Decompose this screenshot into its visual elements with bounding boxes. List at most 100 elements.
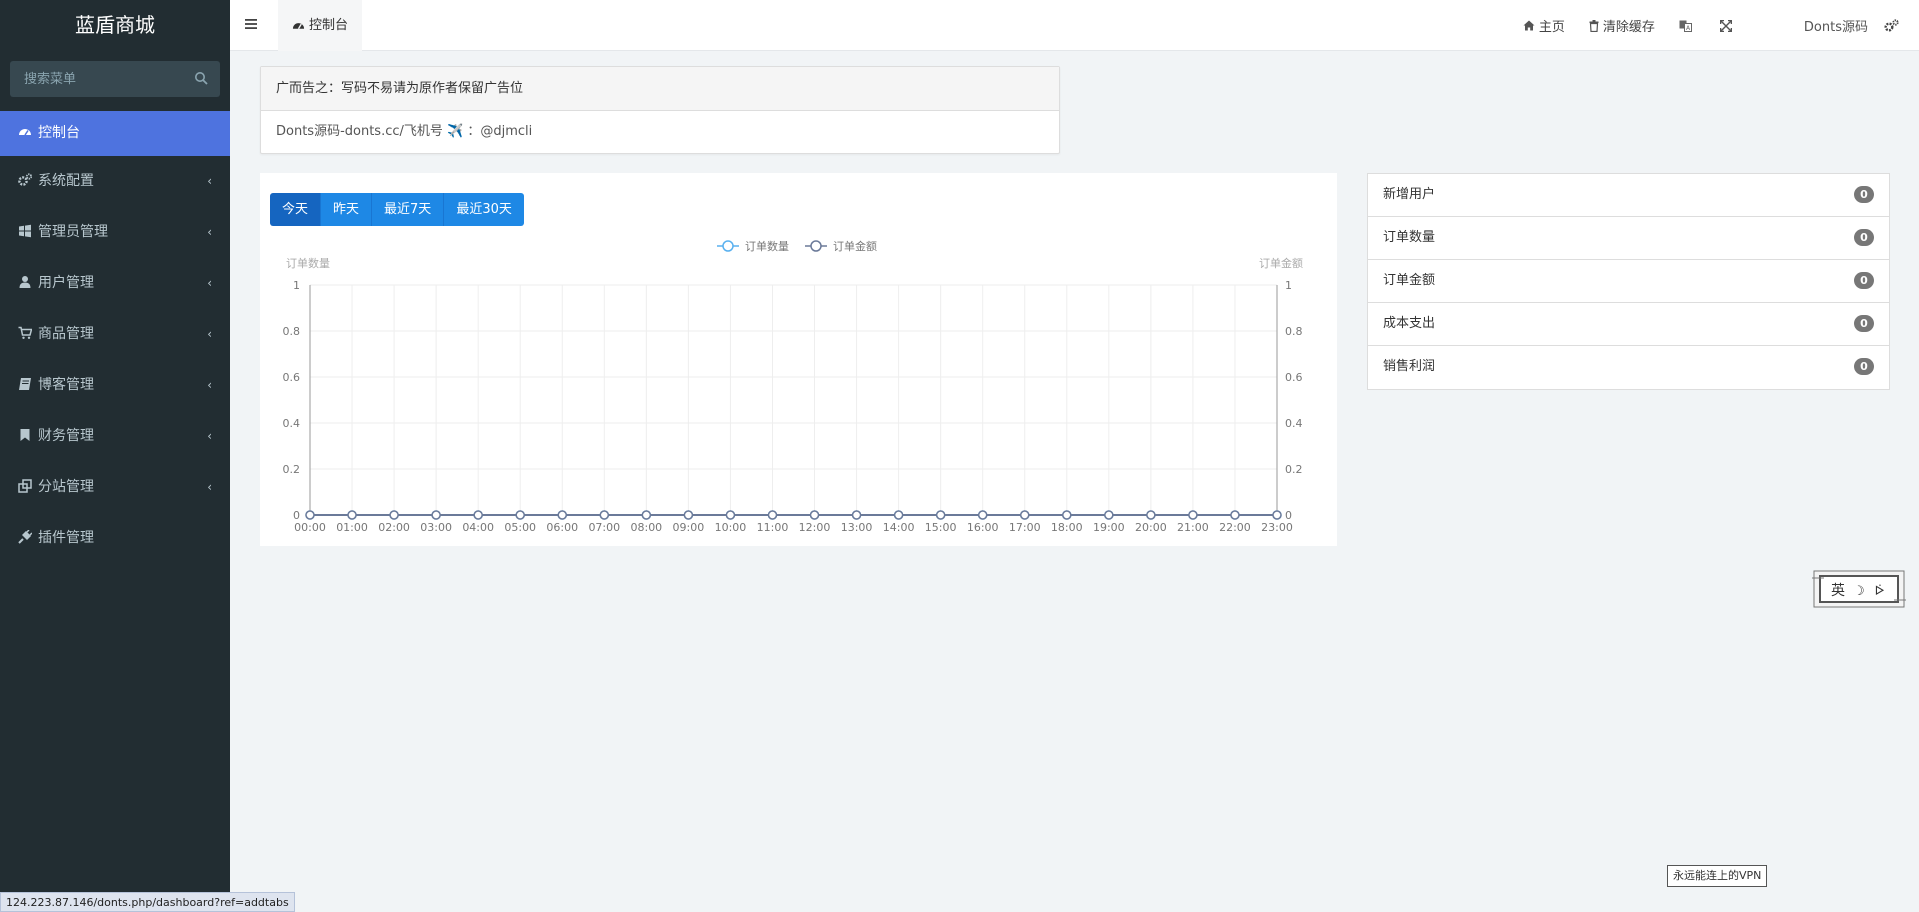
sidebar-item-user-manage[interactable]: 用户管理 ‹	[0, 258, 230, 309]
x-tick-label: 15:00	[925, 521, 957, 534]
stat-badge: 0	[1854, 358, 1874, 375]
y-tick-label-left: 0.4	[283, 417, 301, 430]
data-point	[683, 510, 694, 520]
x-tick-label: 03:00	[420, 521, 452, 534]
expand-icon	[1719, 19, 1732, 32]
x-tick-label: 23:00	[1261, 521, 1293, 534]
y-axis-title-right: 订单金额	[1259, 256, 1303, 270]
chevron-left-icon: ‹	[207, 378, 212, 392]
data-point	[557, 510, 568, 520]
user-menu[interactable]: Donts源码	[1792, 16, 1876, 35]
sidebar-item-dashboard[interactable]: 控制台	[0, 111, 230, 156]
search-icon[interactable]	[194, 71, 208, 85]
chevron-left-icon: ‹	[207, 429, 212, 443]
legend-label: 订单数量	[745, 240, 789, 253]
x-tick-label: 14:00	[883, 521, 915, 534]
clear-cache-button[interactable]: 清除缓存	[1577, 16, 1667, 35]
menu-search	[10, 61, 220, 97]
bookmark-icon	[20, 429, 30, 441]
x-tick-label: 01:00	[336, 521, 368, 534]
data-point	[1272, 510, 1282, 520]
data-point	[641, 510, 652, 520]
data-point	[935, 510, 946, 520]
y-tick-label-left: 0.2	[283, 463, 301, 476]
y-tick-label-right: 0.2	[1285, 463, 1303, 476]
x-tick-label: 21:00	[1177, 521, 1209, 534]
sidebar-item-label: 商品管理	[38, 326, 94, 342]
legend-marker	[722, 240, 734, 252]
tab-dashboard[interactable]: 控制台	[278, 0, 363, 51]
settings-button[interactable]	[1876, 19, 1919, 32]
sidebar-item-label: 分站管理	[38, 479, 94, 495]
data-point	[1019, 510, 1030, 520]
stat-badge: 0	[1854, 229, 1874, 246]
range-7days-button[interactable]: 最近7天	[372, 193, 445, 226]
range-today-button[interactable]: 今天	[270, 193, 322, 226]
sidebar-item-system-config[interactable]: 系统配置 ‹	[0, 156, 230, 207]
site-logo[interactable]: 蓝盾商城	[0, 0, 230, 51]
x-tick-label: 13:00	[841, 521, 873, 534]
stat-label: 成本支出	[1383, 316, 1436, 331]
data-point	[1188, 510, 1198, 520]
menu-search-input[interactable]	[10, 61, 220, 97]
home-label: 主页	[1538, 20, 1565, 35]
dashboard-icon	[292, 22, 305, 29]
data-point	[347, 510, 357, 520]
y-tick-label-right: 0.8	[1285, 325, 1303, 338]
data-point	[515, 510, 525, 520]
plug-icon	[18, 530, 32, 544]
tab-label: 控制台	[309, 18, 349, 33]
x-tick-label: 16:00	[967, 521, 999, 534]
sidebar-item-substation-manage[interactable]: 分站管理 ‹	[0, 462, 230, 513]
data-point	[893, 510, 904, 520]
notice-body: Donts源码-donts.cc/飞机号 ✈️ ：@djmcli	[276, 124, 533, 139]
sidebar-item-plugin-manage[interactable]: 插件管理	[0, 513, 230, 564]
x-tick-label: 00:00	[294, 521, 326, 534]
data-point	[809, 510, 820, 520]
data-point	[473, 510, 483, 520]
trash-icon	[1589, 19, 1599, 32]
language-toggle-button[interactable]: A	[1667, 20, 1708, 32]
legend-label: 订单金额	[833, 239, 877, 253]
translate-icon: A	[1679, 20, 1692, 32]
data-point	[389, 510, 399, 520]
stat-label: 订单数量	[1383, 230, 1436, 245]
chevron-left-icon: ‹	[207, 225, 212, 239]
data-point	[1104, 510, 1114, 520]
x-tick-label: 07:00	[588, 521, 620, 534]
vpn-tooltip: 永远能连上的VPN	[1667, 865, 1768, 887]
sidebar-item-finance-manage[interactable]: 财务管理 ‹	[0, 411, 230, 462]
x-tick-label: 02:00	[378, 521, 410, 534]
stat-label: 订单金额	[1383, 273, 1436, 288]
clear-cache-label: 清除缓存	[1602, 20, 1655, 35]
ime-toolbar[interactable]: 英 ☽ ᢰ	[1812, 570, 1906, 608]
user-icon	[19, 276, 31, 288]
sidebar-item-label: 插件管理	[38, 530, 94, 546]
range-yesterday-button[interactable]: 昨天	[321, 193, 373, 226]
x-tick-label: 20:00	[1135, 521, 1167, 534]
x-tick-label: 18:00	[1051, 521, 1083, 534]
sidebar-item-blog-manage[interactable]: 博客管理 ‹	[0, 360, 230, 411]
home-link[interactable]: 主页	[1511, 16, 1577, 35]
sidebar-item-admin-manage[interactable]: 管理员管理 ‹	[0, 207, 230, 258]
sidebar: 蓝盾商城 控制台 系统配置 ‹ 管理员管理 ‹ 用户管理 ‹	[0, 0, 230, 912]
x-tick-label: 22:00	[1219, 521, 1251, 534]
ime-punct-icon: ᢰ	[1875, 584, 1884, 599]
header-actions: 主页 清除缓存 A Donts源码	[1511, 0, 1919, 51]
sidebar-item-goods-manage[interactable]: 商品管理 ‹	[0, 309, 230, 360]
clone-icon	[18, 479, 32, 493]
y-tick-label-left: 1	[293, 279, 300, 292]
data-point	[1146, 510, 1156, 520]
x-tick-label: 06:00	[546, 521, 578, 534]
y-tick-label-right: 0.6	[1285, 371, 1303, 384]
cogs-icon	[1884, 19, 1899, 32]
data-point	[431, 510, 441, 520]
y-tick-label-left: 0.8	[283, 325, 301, 338]
chart-panel: 0 0 0.2 0.2 0.4 0.4 0.6 0.6 0.8 0.8 1 1 00:00 01:00 02…	[260, 173, 1337, 546]
menu-toggle-icon[interactable]	[244, 17, 258, 31]
range-30days-button[interactable]: 最近30天	[444, 193, 524, 226]
stat-order-count: 订单数量 0	[1368, 217, 1889, 260]
chevron-left-icon: ‹	[207, 480, 212, 494]
fullscreen-button[interactable]	[1708, 19, 1748, 32]
sidebar-item-label: 财务管理	[38, 428, 94, 444]
